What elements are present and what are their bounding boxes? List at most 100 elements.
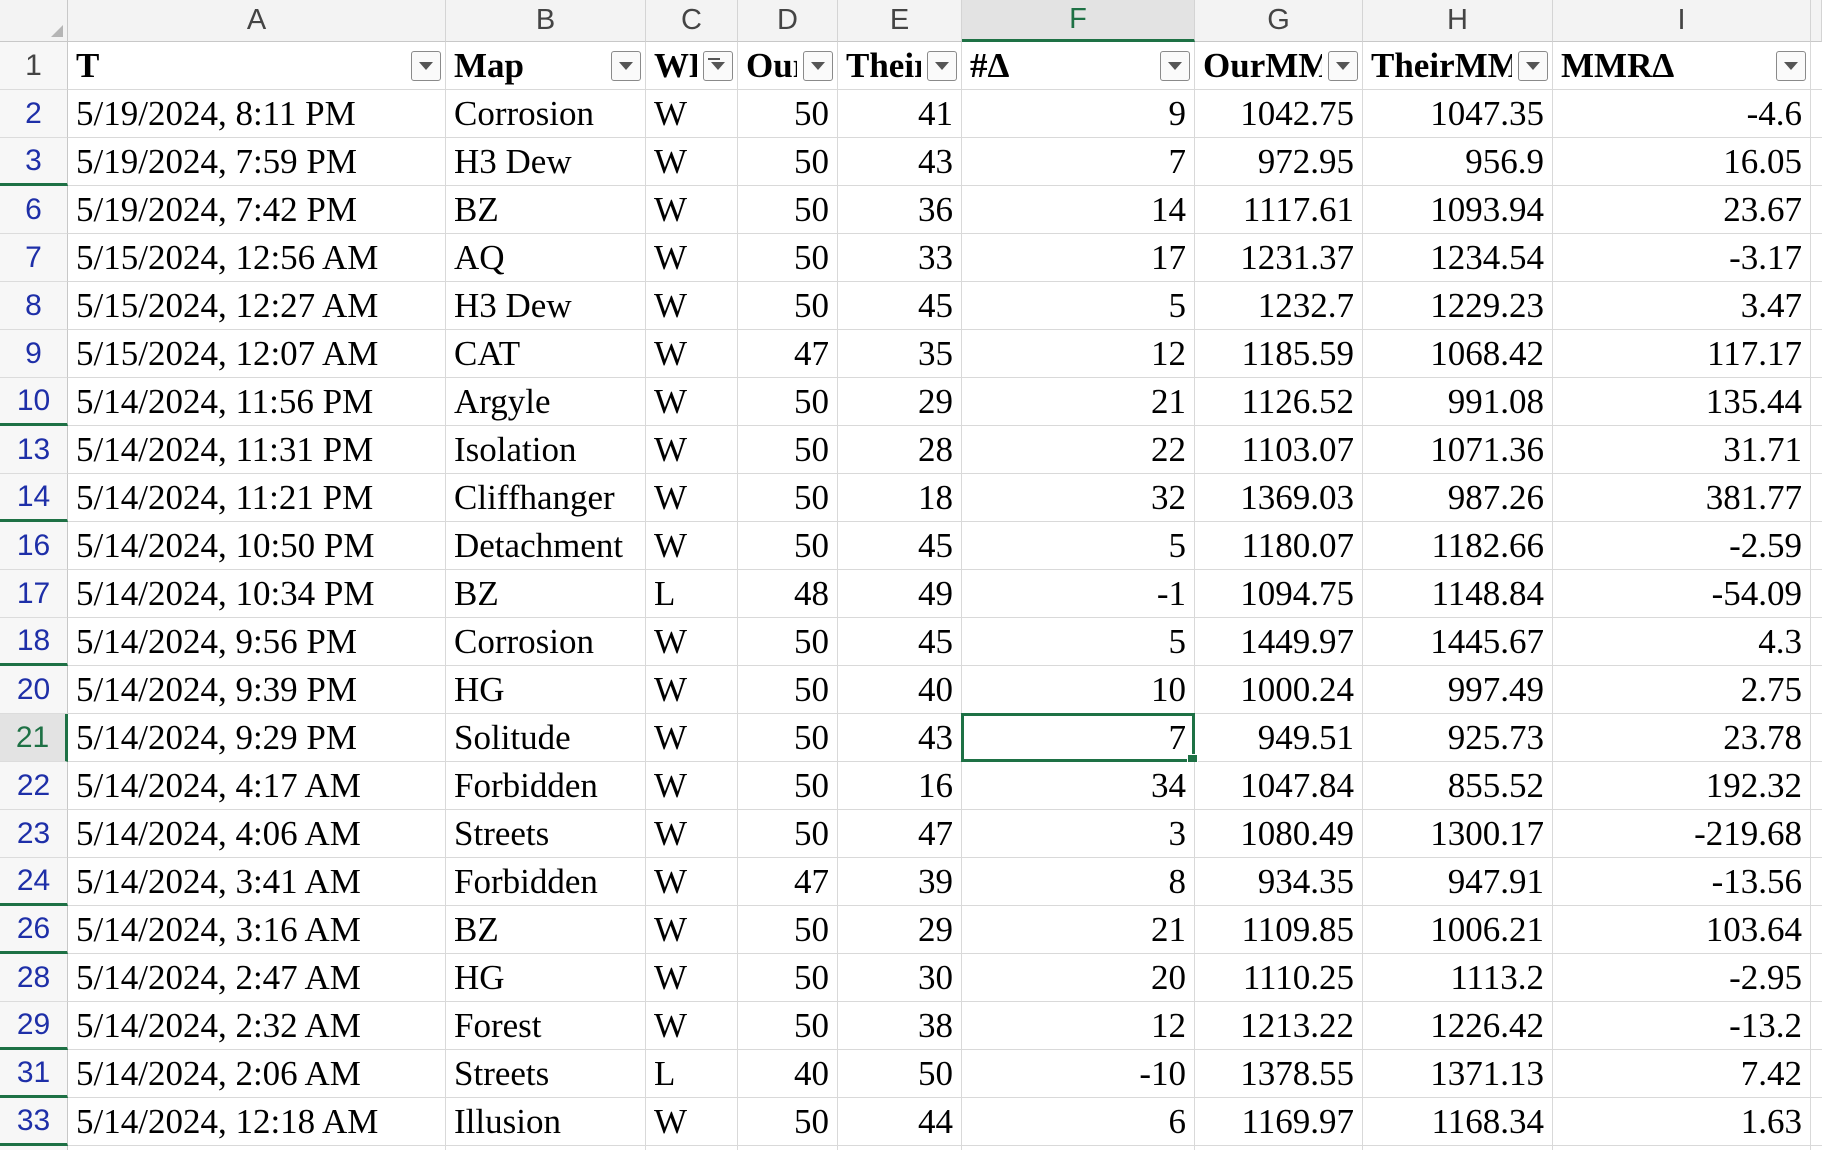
header-cell-our[interactable]: Our bbox=[738, 42, 838, 90]
row-header-14[interactable]: 14 bbox=[0, 474, 68, 522]
row-header-10[interactable]: 10 bbox=[0, 378, 68, 426]
cell-empty[interactable] bbox=[68, 1146, 446, 1150]
cell-mmrdelta[interactable]: 2.75 bbox=[1553, 666, 1811, 714]
cell-t[interactable]: 5/19/2024, 7:42 PM bbox=[68, 186, 446, 234]
cell-wl[interactable]: W bbox=[646, 954, 738, 1002]
cell-mmrdelta[interactable]: 7.42 bbox=[1553, 1050, 1811, 1098]
cell-partial[interactable] bbox=[1811, 810, 1822, 858]
cell-ourmmr[interactable]: 1126.52 bbox=[1195, 378, 1363, 426]
cell-partial[interactable] bbox=[1811, 1050, 1822, 1098]
row-header-26[interactable]: 26 bbox=[0, 906, 68, 954]
filter-dropdown-icon[interactable] bbox=[1776, 51, 1806, 81]
cell-wl[interactable]: W bbox=[646, 618, 738, 666]
cell-delta[interactable]: 14 bbox=[962, 186, 1195, 234]
filter-dropdown-icon[interactable] bbox=[611, 51, 641, 81]
column-header-h[interactable]: H bbox=[1363, 0, 1553, 42]
row-header-empty[interactable] bbox=[0, 1146, 68, 1150]
cell-our[interactable]: 50 bbox=[738, 378, 838, 426]
cell-map[interactable]: HG bbox=[446, 954, 646, 1002]
cell-ourmmr[interactable]: 949.51 bbox=[1195, 714, 1363, 762]
cell-delta[interactable]: 12 bbox=[962, 330, 1195, 378]
cell-t[interactable]: 5/14/2024, 11:56 PM bbox=[68, 378, 446, 426]
filter-dropdown-icon[interactable] bbox=[803, 51, 833, 81]
cell-ourmmr[interactable]: 1109.85 bbox=[1195, 906, 1363, 954]
cell-our[interactable]: 50 bbox=[738, 1002, 838, 1050]
cell-t[interactable]: 5/14/2024, 3:41 AM bbox=[68, 858, 446, 906]
cell-our[interactable]: 50 bbox=[738, 906, 838, 954]
header-cell-theirmmr[interactable]: TheirMMR bbox=[1363, 42, 1553, 90]
cell-t[interactable]: 5/14/2024, 3:16 AM bbox=[68, 906, 446, 954]
cell-delta[interactable]: -10 bbox=[962, 1050, 1195, 1098]
cell-map[interactable]: Detachment bbox=[446, 522, 646, 570]
cell-map[interactable]: Forest bbox=[446, 1002, 646, 1050]
row-header-6[interactable]: 6 bbox=[0, 186, 68, 234]
cell-mmrdelta[interactable]: -4.6 bbox=[1553, 90, 1811, 138]
cell-their[interactable]: 43 bbox=[838, 138, 962, 186]
cell-our[interactable]: 47 bbox=[738, 858, 838, 906]
filter-dropdown-icon[interactable] bbox=[927, 51, 957, 81]
cell-wl[interactable]: W bbox=[646, 906, 738, 954]
cell-ourmmr[interactable]: 1103.07 bbox=[1195, 426, 1363, 474]
cell-map[interactable]: Isolation bbox=[446, 426, 646, 474]
cell-ourmmr[interactable]: 1449.97 bbox=[1195, 618, 1363, 666]
cell-wl[interactable]: W bbox=[646, 282, 738, 330]
cell-mmrdelta[interactable]: 16.05 bbox=[1553, 138, 1811, 186]
cell-partial[interactable] bbox=[1811, 906, 1822, 954]
cell-partial[interactable] bbox=[1811, 330, 1822, 378]
cell-partial[interactable] bbox=[1811, 186, 1822, 234]
cell-theirmmr[interactable]: 1148.84 bbox=[1363, 570, 1553, 618]
cell-our[interactable]: 50 bbox=[738, 762, 838, 810]
cell-t[interactable]: 5/14/2024, 12:18 AM bbox=[68, 1098, 446, 1146]
row-header-22[interactable]: 22 bbox=[0, 762, 68, 810]
cell-partial[interactable] bbox=[1811, 954, 1822, 1002]
cell-ourmmr[interactable]: 1042.75 bbox=[1195, 90, 1363, 138]
cell-map[interactable]: BZ bbox=[446, 186, 646, 234]
row-header-28[interactable]: 28 bbox=[0, 954, 68, 1002]
cell-t[interactable]: 5/19/2024, 7:59 PM bbox=[68, 138, 446, 186]
cell-their[interactable]: 16 bbox=[838, 762, 962, 810]
cell-ourmmr[interactable]: 1047.84 bbox=[1195, 762, 1363, 810]
cell-our[interactable]: 50 bbox=[738, 714, 838, 762]
column-header-d[interactable]: D bbox=[738, 0, 838, 42]
cell-partial[interactable] bbox=[1811, 138, 1822, 186]
row-header-29[interactable]: 29 bbox=[0, 1002, 68, 1050]
cell-mmrdelta[interactable]: 103.64 bbox=[1553, 906, 1811, 954]
cell-empty[interactable] bbox=[1195, 1146, 1363, 1150]
cell-theirmmr[interactable]: 855.52 bbox=[1363, 762, 1553, 810]
cell-our[interactable]: 48 bbox=[738, 570, 838, 618]
cell-mmrdelta[interactable]: 135.44 bbox=[1553, 378, 1811, 426]
cell-our[interactable]: 50 bbox=[738, 186, 838, 234]
cell-partial[interactable] bbox=[1811, 762, 1822, 810]
cell-t[interactable]: 5/15/2024, 12:56 AM bbox=[68, 234, 446, 282]
cell-theirmmr[interactable]: 1047.35 bbox=[1363, 90, 1553, 138]
cell-delta[interactable]: 21 bbox=[962, 906, 1195, 954]
cell-theirmmr[interactable]: 997.49 bbox=[1363, 666, 1553, 714]
cell-their[interactable]: 49 bbox=[838, 570, 962, 618]
column-header-a[interactable]: A bbox=[68, 0, 446, 42]
column-header-g[interactable]: G bbox=[1195, 0, 1363, 42]
row-header-20[interactable]: 20 bbox=[0, 666, 68, 714]
cell-mmrdelta[interactable]: -219.68 bbox=[1553, 810, 1811, 858]
cell-map[interactable]: Forbidden bbox=[446, 858, 646, 906]
cell-wl[interactable]: L bbox=[646, 1050, 738, 1098]
header-cell-t[interactable]: T bbox=[68, 42, 446, 90]
cell-delta[interactable]: 17 bbox=[962, 234, 1195, 282]
cell-wl[interactable]: W bbox=[646, 666, 738, 714]
cell-delta[interactable]: 5 bbox=[962, 618, 1195, 666]
cell-partial[interactable] bbox=[1811, 282, 1822, 330]
cell-partial[interactable] bbox=[1811, 426, 1822, 474]
cell-delta[interactable]: 5 bbox=[962, 282, 1195, 330]
cell-their[interactable]: 36 bbox=[838, 186, 962, 234]
cell-theirmmr[interactable]: 956.9 bbox=[1363, 138, 1553, 186]
cell-t[interactable]: 5/14/2024, 2:47 AM bbox=[68, 954, 446, 1002]
cell-delta[interactable]: 9 bbox=[962, 90, 1195, 138]
cell-partial[interactable] bbox=[1811, 1098, 1822, 1146]
cell-t[interactable]: 5/14/2024, 4:17 AM bbox=[68, 762, 446, 810]
cell-wl[interactable]: W bbox=[646, 1002, 738, 1050]
cell-theirmmr[interactable]: 1068.42 bbox=[1363, 330, 1553, 378]
cell-delta[interactable]: 34 bbox=[962, 762, 1195, 810]
cell-t[interactable]: 5/14/2024, 11:21 PM bbox=[68, 474, 446, 522]
cell-wl[interactable]: W bbox=[646, 1098, 738, 1146]
cell-t[interactable]: 5/15/2024, 12:27 AM bbox=[68, 282, 446, 330]
spreadsheet-grid[interactable]: A B C D E F G H I 1 2 3 6 7 8 9 10 13 14 16 17 18 20 21 22 23 24 26… bbox=[0, 0, 1822, 1150]
